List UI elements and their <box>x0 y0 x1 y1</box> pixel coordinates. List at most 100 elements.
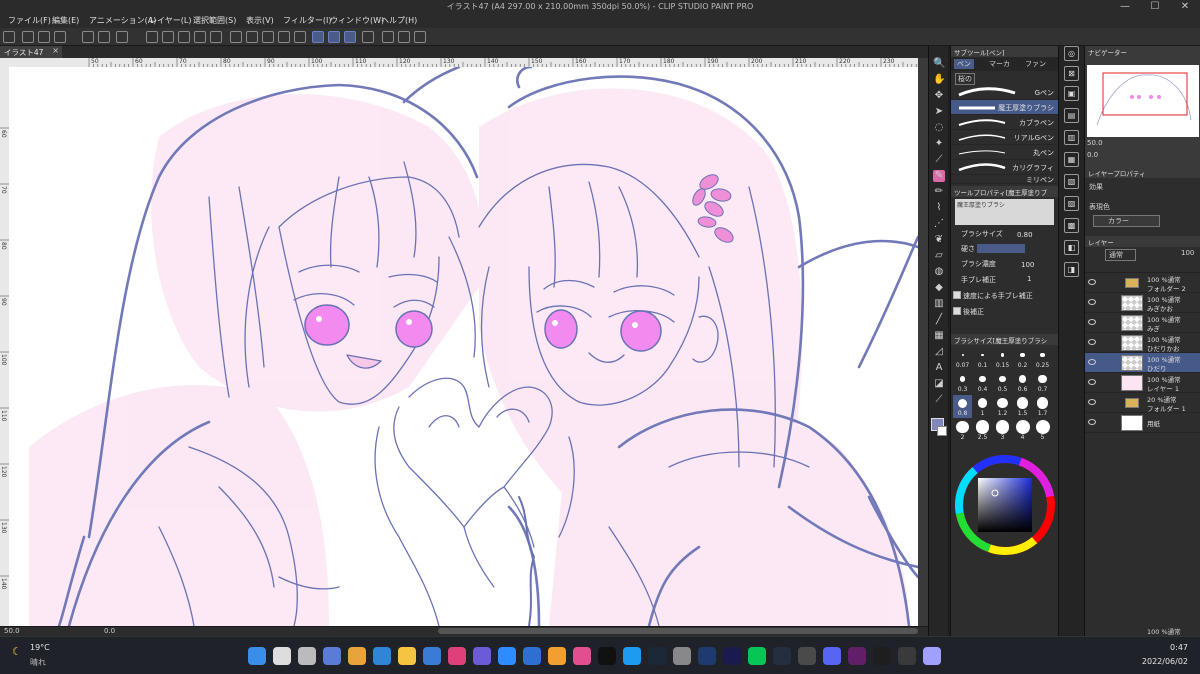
app-icon[interactable] <box>873 647 891 665</box>
brush-real-gpen[interactable]: リアルGペン <box>951 130 1058 145</box>
color-wheel[interactable] <box>951 449 1059 569</box>
canvas-vscroll-track[interactable] <box>918 58 928 626</box>
document-tab[interactable]: イラスト47 × <box>0 46 62 58</box>
frame-icon[interactable] <box>398 31 410 43</box>
start-icon[interactable] <box>248 647 266 665</box>
select-all-icon[interactable] <box>246 31 258 43</box>
undo-icon[interactable] <box>82 31 94 43</box>
brush-tool-icon[interactable]: ⌇ <box>933 202 945 214</box>
brush-size-preset[interactable]: 4 <box>1013 419 1032 442</box>
menu-filter[interactable]: フィルター(I) <box>283 15 331 26</box>
navigator-icon[interactable]: ◎ <box>1064 46 1079 61</box>
snap-grid-icon[interactable] <box>344 31 356 43</box>
stabilize-row[interactable]: 手ブレ補正 1 <box>951 273 1058 286</box>
eye-icon[interactable] <box>1088 359 1096 365</box>
layer-folder-row[interactable]: 100 %通常 フォルダー 2 <box>1085 273 1200 293</box>
border-icon[interactable] <box>278 31 290 43</box>
brush-kabura[interactable]: カブラペン <box>951 115 1058 130</box>
brush-size-preset[interactable]: 0.07 <box>953 347 972 370</box>
tab-pen[interactable]: ペン <box>954 59 974 69</box>
nav-zoom-value[interactable]: 50.0 <box>1087 139 1103 147</box>
history-icon[interactable]: ▥ <box>1064 130 1079 145</box>
slack-icon[interactable] <box>848 647 866 665</box>
eye-icon[interactable] <box>1088 319 1096 325</box>
music-icon[interactable] <box>448 647 466 665</box>
hardness-row[interactable]: 硬さ <box>951 242 1058 255</box>
menu-file[interactable]: ファイル(F) <box>8 15 51 26</box>
info-icon[interactable]: ▣ <box>1064 86 1079 101</box>
paint-icon[interactable] <box>673 647 691 665</box>
navigator-preview[interactable] <box>1087 65 1199 137</box>
eye-icon[interactable] <box>1088 279 1096 285</box>
pen-tool-icon[interactable]: ✎ <box>933 170 945 182</box>
capture-icon[interactable] <box>548 647 566 665</box>
snap-special-icon[interactable] <box>328 31 340 43</box>
brush-gpen[interactable]: Gペン <box>951 85 1058 100</box>
explorer-icon[interactable] <box>398 647 416 665</box>
menu-window[interactable]: ウィンドウ(W) <box>330 15 384 26</box>
hand-tool-icon[interactable]: ✋ <box>933 74 945 86</box>
store-icon[interactable] <box>423 647 441 665</box>
photos-icon[interactable] <box>473 647 491 665</box>
discord-icon[interactable] <box>823 647 841 665</box>
brush-size-preset[interactable]: 0.15 <box>993 347 1012 370</box>
brush-size-preset[interactable]: 0.3 <box>953 371 972 394</box>
balloon-icon[interactable]: ◪ <box>933 378 945 390</box>
hardness-bar[interactable] <box>977 244 1025 253</box>
layer-row[interactable]: 用紙 <box>1085 413 1200 433</box>
frame2-icon[interactable] <box>414 31 426 43</box>
fill-icon[interactable] <box>146 31 158 43</box>
lasso-tool-icon[interactable]: ◌ <box>933 122 945 134</box>
menu-help[interactable]: ヘルプ(H) <box>381 15 417 26</box>
pencil-tool-icon[interactable]: ✏ <box>933 186 945 198</box>
eye-icon[interactable] <box>1088 339 1096 345</box>
brush-mao-atsunuri[interactable]: 魔王厚塗りブラシ <box>951 100 1058 115</box>
minimize-button[interactable]: — <box>1110 0 1140 14</box>
loading-icon[interactable] <box>116 31 128 43</box>
save-icon[interactable] <box>54 31 66 43</box>
brush-milli[interactable]: ミリペン <box>951 175 1058 184</box>
line-icon[interactable] <box>598 647 616 665</box>
density-value[interactable]: 100 <box>1021 261 1034 269</box>
post-correct-row[interactable]: 後補正 <box>951 305 1058 318</box>
expression-select[interactable]: カラー <box>1093 215 1160 227</box>
subtool-group-label[interactable]: 桜の <box>955 73 975 85</box>
fill-tool-icon[interactable]: ◆ <box>933 282 945 294</box>
onedrive-icon[interactable] <box>523 647 541 665</box>
layer-row[interactable]: 100 %通常 ひだりかお <box>1085 333 1200 353</box>
zoom-tool-icon[interactable]: 🔍 <box>933 58 945 70</box>
ruler-tool-icon[interactable]: ◿ <box>933 346 945 358</box>
crop-icon[interactable] <box>210 31 222 43</box>
menu-selection[interactable]: 選択範囲(S) <box>193 15 236 26</box>
angle-value[interactable]: 0.0 <box>104 627 115 635</box>
steam-icon[interactable] <box>648 647 666 665</box>
clip-icon[interactable] <box>923 647 941 665</box>
sub-color-swatch[interactable] <box>937 426 947 436</box>
widgets-icon[interactable] <box>323 647 341 665</box>
brush-maru[interactable]: 丸ペン <box>951 145 1058 160</box>
brush-calligraphy[interactable]: カリグラフィ <box>951 160 1058 175</box>
material-icon[interactable]: ▤ <box>1064 108 1079 123</box>
magic-wand-icon[interactable]: ✦ <box>933 138 945 150</box>
layer-row[interactable]: 100 %通常 みぎかお <box>1085 293 1200 313</box>
color-set-icon[interactable]: ▩ <box>1064 218 1079 233</box>
eye-icon[interactable] <box>1088 379 1096 385</box>
item-bank-icon[interactable]: ▧ <box>1064 174 1079 189</box>
brush-size-preset[interactable]: 0.1 <box>973 347 992 370</box>
brush-size-preset[interactable]: 1.7 <box>1033 395 1052 418</box>
brush-size-preset[interactable]: 0.4 <box>973 371 992 394</box>
brush-size-preset[interactable]: 0.7 <box>1033 371 1052 394</box>
menu-animation[interactable]: アニメーション(A) <box>89 15 156 26</box>
clock-date[interactable]: 2022/06/02 <box>1138 657 1188 666</box>
snap-ruler-icon[interactable] <box>312 31 324 43</box>
drawing-canvas[interactable] <box>9 67 918 626</box>
new-file-icon[interactable] <box>22 31 34 43</box>
zoom-icon[interactable] <box>498 647 516 665</box>
decoration-icon[interactable]: ❦ <box>933 234 945 246</box>
brush-size-preset[interactable]: 2 <box>953 419 972 442</box>
invert-select-icon[interactable] <box>262 31 274 43</box>
brush-size-value[interactable]: 0.80 <box>1017 231 1033 239</box>
line-app-icon[interactable] <box>748 647 766 665</box>
brush-size-preset[interactable]: 1 <box>973 395 992 418</box>
eye-icon[interactable] <box>1088 419 1096 425</box>
